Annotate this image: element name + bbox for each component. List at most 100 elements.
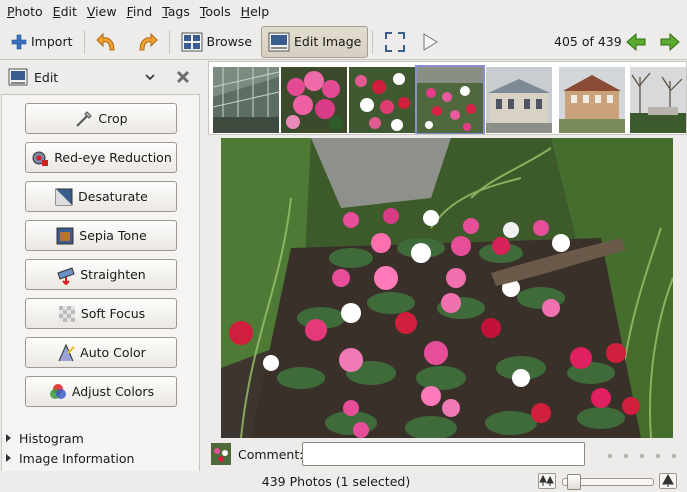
histogram-expander[interactable]: Histogram	[6, 429, 84, 447]
edit-image-icon	[268, 32, 290, 51]
adjust-colors-label: Adjust Colors	[71, 384, 155, 399]
thumbnail-strip	[208, 61, 687, 135]
menu-mnemonic: E	[52, 4, 61, 19]
soft-focus-icon	[58, 305, 75, 322]
menu-view[interactable]: View	[82, 0, 122, 24]
rotate-left-icon	[95, 32, 115, 50]
status-bar: 439 Photos (1 selected)	[0, 471, 687, 492]
thumbnail[interactable]	[349, 67, 415, 133]
sidebar-mode-label: Edit	[34, 69, 59, 85]
import-label: Import	[31, 34, 73, 49]
adjust-colors-button[interactable]: Adjust Colors	[25, 376, 177, 407]
red-eye-reduction-button[interactable]: Red-eye Reduction	[25, 142, 177, 173]
crop-button[interactable]: Crop	[25, 103, 177, 134]
sepia-icon	[56, 227, 74, 244]
thumbnail[interactable]	[212, 67, 280, 133]
comment-thumbnail	[211, 443, 231, 465]
close-icon[interactable]	[175, 69, 191, 85]
import-button[interactable]: Import	[4, 26, 80, 58]
menu-label: ags	[167, 4, 190, 19]
pink-flowers-thumbnail-image	[281, 67, 347, 133]
rating-dot[interactable]	[608, 454, 612, 458]
menu-tools[interactable]: Tools	[195, 0, 236, 24]
desaturate-button[interactable]: Desaturate	[25, 181, 177, 212]
comment-input[interactable]	[302, 442, 585, 466]
menu-label: ools	[205, 4, 231, 19]
straighten-icon	[57, 266, 75, 285]
zoom-slider-handle[interactable]	[567, 474, 581, 490]
menu-label: dit	[60, 4, 77, 19]
expander-arrow-icon	[6, 454, 11, 462]
histogram-label: Histogram	[19, 430, 84, 446]
auto-color-label: Auto Color	[80, 345, 146, 360]
edit-mode-icon	[8, 68, 28, 86]
street-thumbnail-image	[630, 67, 686, 133]
menu-label: elp	[250, 4, 270, 19]
rotate-left-button[interactable]	[89, 26, 127, 58]
fullscreen-button[interactable]	[377, 26, 413, 58]
thumbnail[interactable]	[281, 67, 347, 133]
image-information-label: Image Information	[19, 450, 135, 466]
sidebar: Edit Crop Red-eye Reduction Desaturate S…	[0, 61, 207, 487]
soft-focus-button[interactable]: Soft Focus	[25, 298, 177, 329]
play-icon	[423, 32, 439, 51]
thumbnail[interactable]	[486, 67, 552, 133]
current-photo-thumbnail-image	[417, 67, 483, 133]
menu-label: iew	[95, 4, 117, 19]
arrow-right-icon	[660, 32, 680, 52]
rating-dot[interactable]	[656, 454, 660, 458]
plus-icon	[11, 34, 27, 49]
toolbar: Import Browse Edit Image 405 of 439	[0, 24, 687, 60]
browse-icon	[181, 32, 202, 51]
flower-bed-thumbnail-image	[349, 67, 415, 133]
brick-house-thumbnail-image	[559, 67, 625, 133]
menu-mnemonic: V	[86, 4, 96, 19]
previous-photo-button[interactable]	[618, 26, 654, 58]
menu-tags[interactable]: Tags	[157, 0, 195, 24]
straighten-button[interactable]: Straighten	[25, 259, 177, 290]
edit-image-button[interactable]: Edit Image	[261, 25, 369, 58]
chevron-down-icon[interactable]	[144, 71, 156, 83]
image-information-expander[interactable]: Image Information	[6, 449, 134, 467]
rotate-right-button[interactable]	[127, 26, 165, 58]
photo-counter: 405 of 439	[554, 34, 622, 49]
auto-color-button[interactable]: Auto Color	[25, 337, 177, 368]
rating-dot[interactable]	[624, 454, 628, 458]
zoom-out-button[interactable]	[538, 473, 556, 489]
comment-row: Comment:	[208, 441, 687, 469]
photo-mini-icon	[211, 443, 231, 465]
flower-garden-photo	[221, 138, 673, 438]
rating-stars[interactable]	[608, 447, 687, 458]
crop-icon	[76, 110, 93, 127]
rating-dot[interactable]	[640, 454, 644, 458]
thumbnail-selected[interactable]	[415, 65, 485, 134]
menu-mnemonic: P	[7, 4, 15, 19]
adjust-colors-icon	[49, 383, 66, 399]
desaturate-label: Desaturate	[78, 189, 148, 204]
rotate-right-icon	[138, 32, 158, 50]
menu-mnemonic: H	[240, 4, 251, 19]
menu-bar: Photo Edit View Find Tags Tools Help	[0, 0, 687, 24]
rating-dot[interactable]	[672, 454, 676, 458]
menu-label: ind	[132, 4, 153, 19]
menu-help[interactable]: Help	[236, 0, 275, 24]
sepia-tone-button[interactable]: Sepia Tone	[25, 220, 177, 251]
crop-label: Crop	[98, 111, 128, 126]
menu-find[interactable]: Find	[122, 0, 158, 24]
zoom-in-button[interactable]	[659, 473, 677, 489]
thumbnail[interactable]	[559, 67, 625, 133]
menu-label: hoto	[14, 4, 43, 19]
slideshow-button[interactable]	[413, 26, 447, 58]
next-photo-button[interactable]	[652, 26, 687, 58]
building-thumbnail-image	[486, 67, 552, 133]
menu-edit[interactable]: Edit	[48, 0, 82, 24]
sidebar-mode-selector[interactable]: Edit	[0, 61, 207, 93]
menu-photo[interactable]: Photo	[2, 0, 48, 24]
thumbnail[interactable]	[630, 67, 686, 133]
greenhouse-thumbnail-image	[212, 67, 280, 133]
toolbar-separator	[168, 29, 170, 54]
straighten-label: Straighten	[80, 267, 146, 282]
expander-arrow-icon	[6, 434, 11, 442]
browse-button[interactable]: Browse	[174, 26, 260, 58]
zoom-slider[interactable]	[562, 474, 654, 490]
